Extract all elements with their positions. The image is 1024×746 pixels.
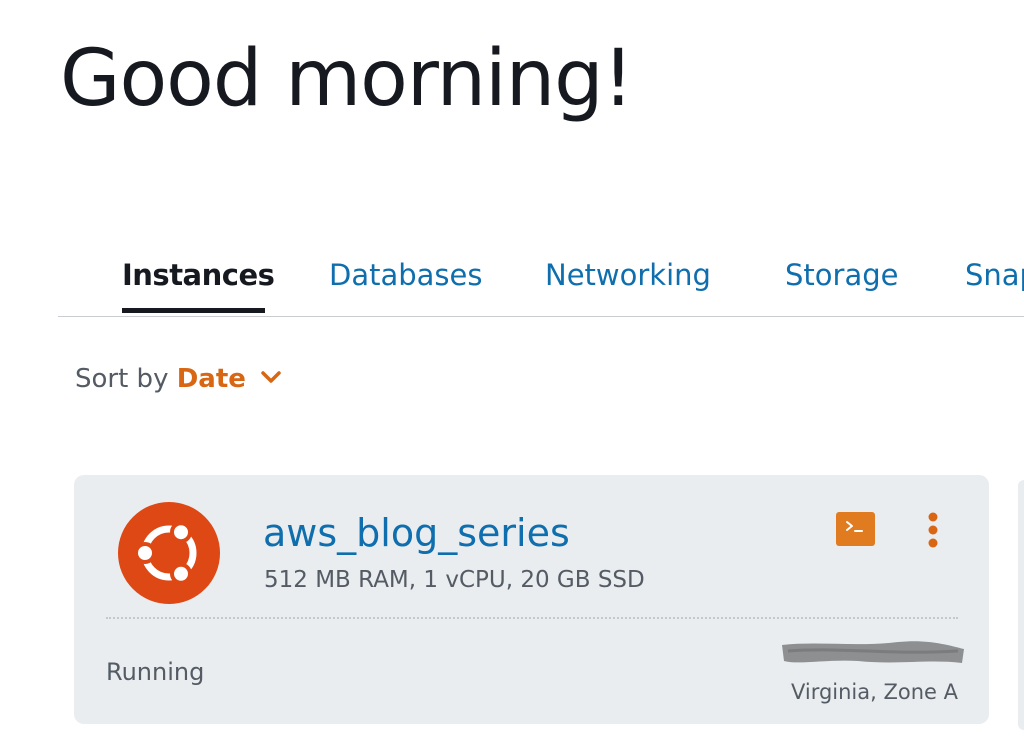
chevron-down-icon [261, 370, 281, 383]
connect-ssh-button[interactable] [836, 512, 875, 546]
resource-tabs: Instances Databases Networking Storage S… [58, 250, 1024, 317]
tab-databases[interactable]: Databases [329, 258, 482, 292]
sort-value-label: Date [176, 364, 246, 394]
ubuntu-logo-icon [118, 502, 220, 604]
instance-specs: 512 MB RAM, 1 vCPU, 20 GB SSD [264, 567, 645, 593]
active-tab-indicator [122, 308, 265, 313]
sort-label: Sort by [75, 364, 169, 394]
tab-storage[interactable]: Storage [785, 258, 898, 292]
card-divider [106, 617, 958, 619]
sort-control: Sort by Date [75, 364, 281, 394]
sort-dropdown[interactable]: Date [177, 364, 281, 394]
tab-instances[interactable]: Instances [122, 258, 275, 292]
instance-location: Virginia, Zone A [790, 680, 958, 704]
terminal-icon [846, 521, 863, 532]
tab-networking[interactable]: Networking [545, 258, 711, 292]
next-card-edge [1018, 480, 1024, 730]
greeting-heading: Good morning! [60, 34, 634, 124]
instance-name-link[interactable]: aws_blog_series [263, 511, 570, 555]
instance-status: Running [106, 658, 205, 686]
vertical-dots-icon [928, 512, 938, 548]
tab-snapshots[interactable]: Snapshots [965, 258, 1024, 292]
lightsail-home-page: Good morning! Instances Databases Networ… [0, 0, 1024, 746]
instance-card[interactable]: aws_blog_series 512 MB RAM, 1 vCPU, 20 G… [74, 475, 989, 724]
redacted-ip-scribble [782, 641, 964, 663]
instance-actions-menu-button[interactable] [923, 512, 943, 550]
